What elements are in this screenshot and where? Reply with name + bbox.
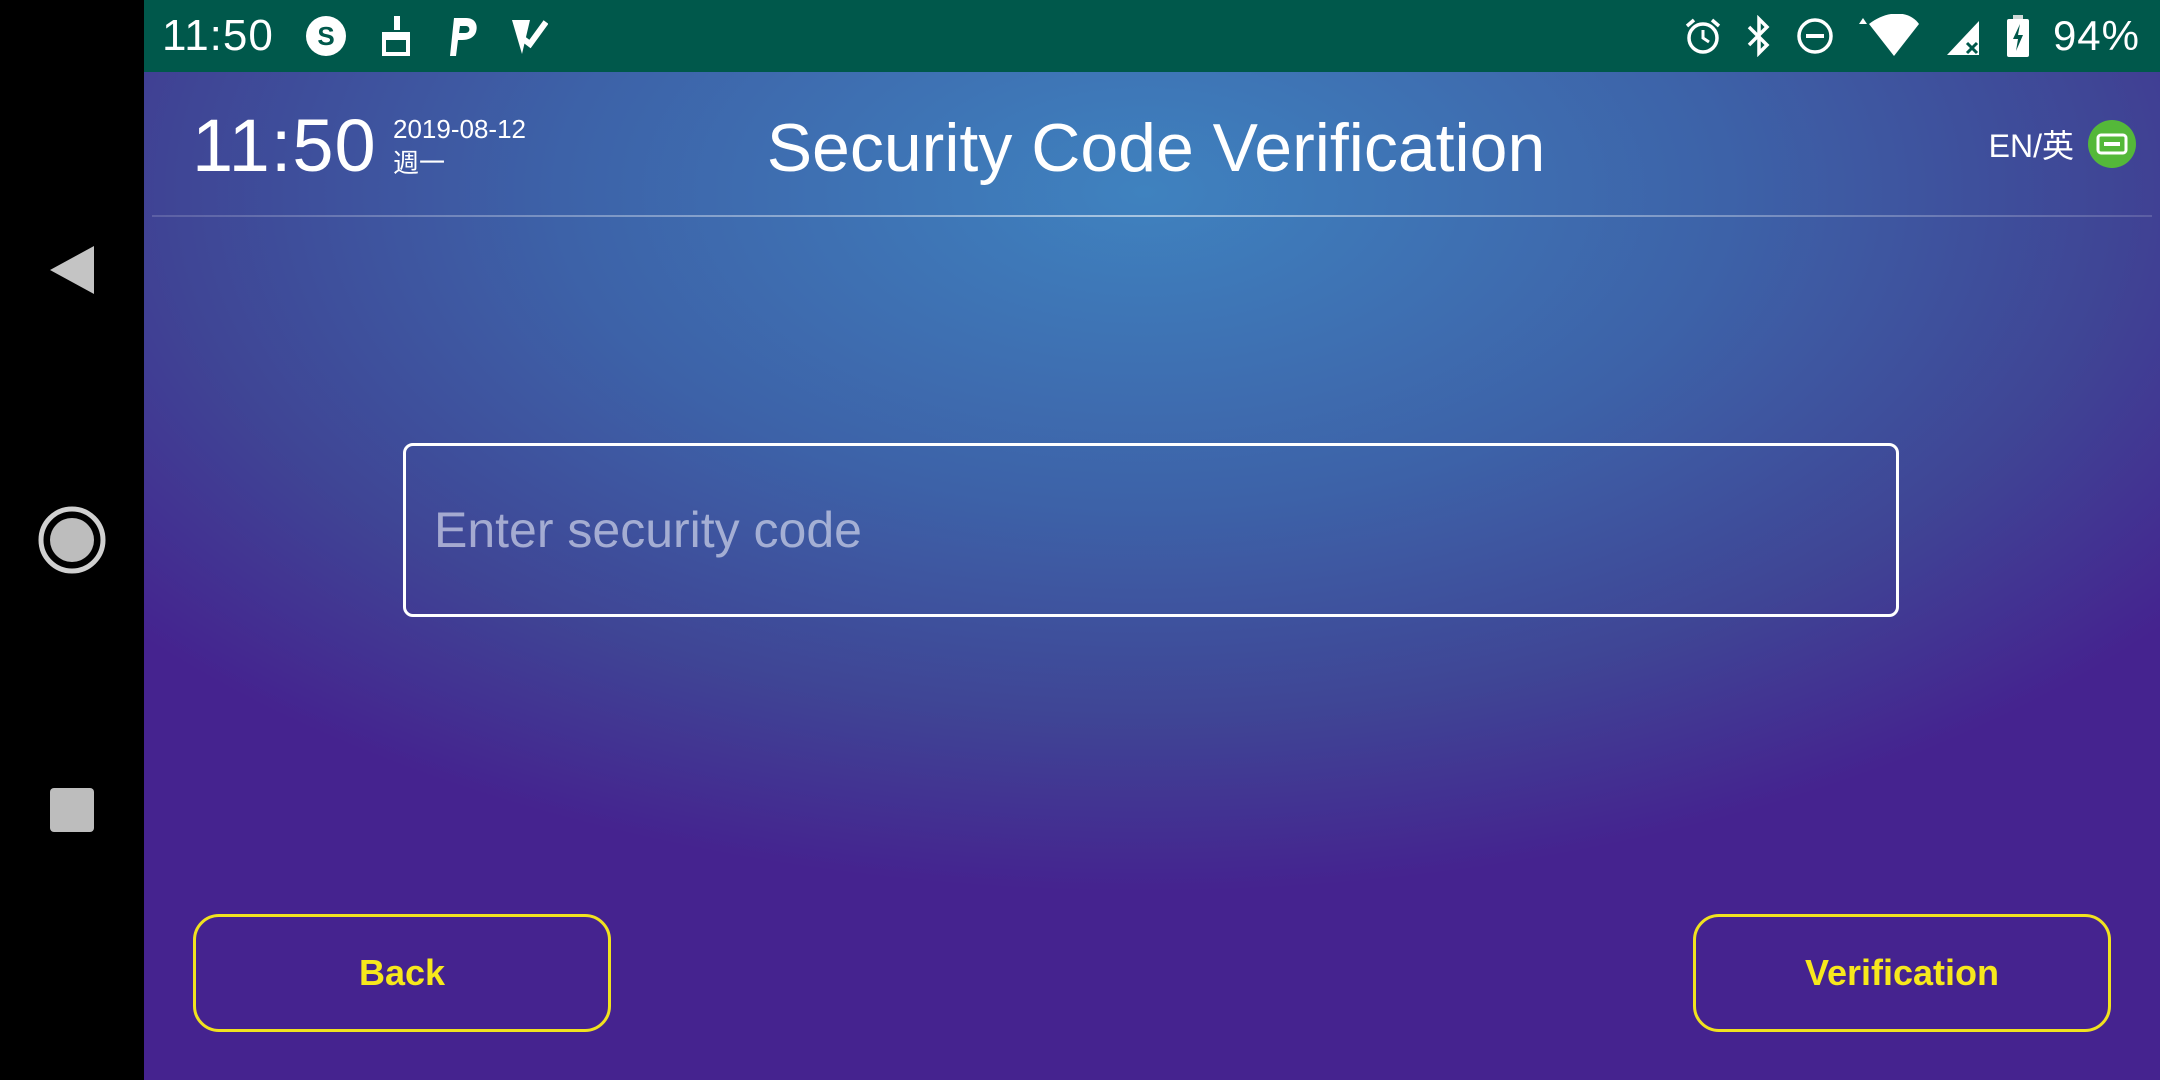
- nav-recents-button[interactable]: [0, 750, 144, 870]
- system-navigation-bar: [0, 0, 144, 1080]
- page-title: Security Code Verification: [766, 110, 1546, 186]
- header-divider: [152, 215, 2152, 217]
- security-code-input[interactable]: [403, 443, 1899, 617]
- check-app-icon: [508, 14, 548, 58]
- nav-home-button[interactable]: [0, 480, 144, 600]
- language-label: EN/英: [1988, 128, 2074, 164]
- battery-percent: 94%: [2052, 12, 2140, 59]
- header: 11:50 2019-08-12 週一 Security Code Verifi…: [144, 72, 2160, 216]
- alarm-icon: [1683, 16, 1723, 56]
- verification-button[interactable]: Verification: [1693, 914, 2111, 1032]
- status-bar: 11:50 S 94%: [144, 0, 2160, 72]
- clean-brush-icon: [376, 14, 416, 58]
- battery-charging-icon: [2005, 14, 2031, 58]
- security-code-screen: 11:50 2019-08-12 週一 Security Code Verifi…: [144, 72, 2160, 1080]
- p-app-icon: [444, 14, 480, 58]
- language-toggle-icon: [2088, 120, 2136, 168]
- recents-square-icon: [50, 788, 94, 832]
- notification-icons: S: [304, 14, 548, 58]
- signal-icon: [1943, 15, 1983, 57]
- home-circle-icon: [38, 506, 106, 574]
- do-not-disturb-icon: [1795, 16, 1835, 56]
- back-button[interactable]: Back: [193, 914, 611, 1032]
- language-switch[interactable]: EN/英: [1989, 120, 2136, 168]
- bluetooth-icon: [1745, 15, 1773, 57]
- status-bar-time: 11:50: [162, 11, 274, 60]
- back-triangle-icon: [50, 246, 94, 294]
- nav-back-button[interactable]: [0, 210, 144, 330]
- screen: 11:50 S 94% 11:50 2019-08-12 週一 Security…: [0, 0, 2160, 1080]
- wifi-icon: [1857, 14, 1921, 58]
- svg-text:S: S: [317, 21, 334, 51]
- s-app-icon: S: [304, 14, 348, 58]
- status-icons: 94%: [1683, 12, 2140, 60]
